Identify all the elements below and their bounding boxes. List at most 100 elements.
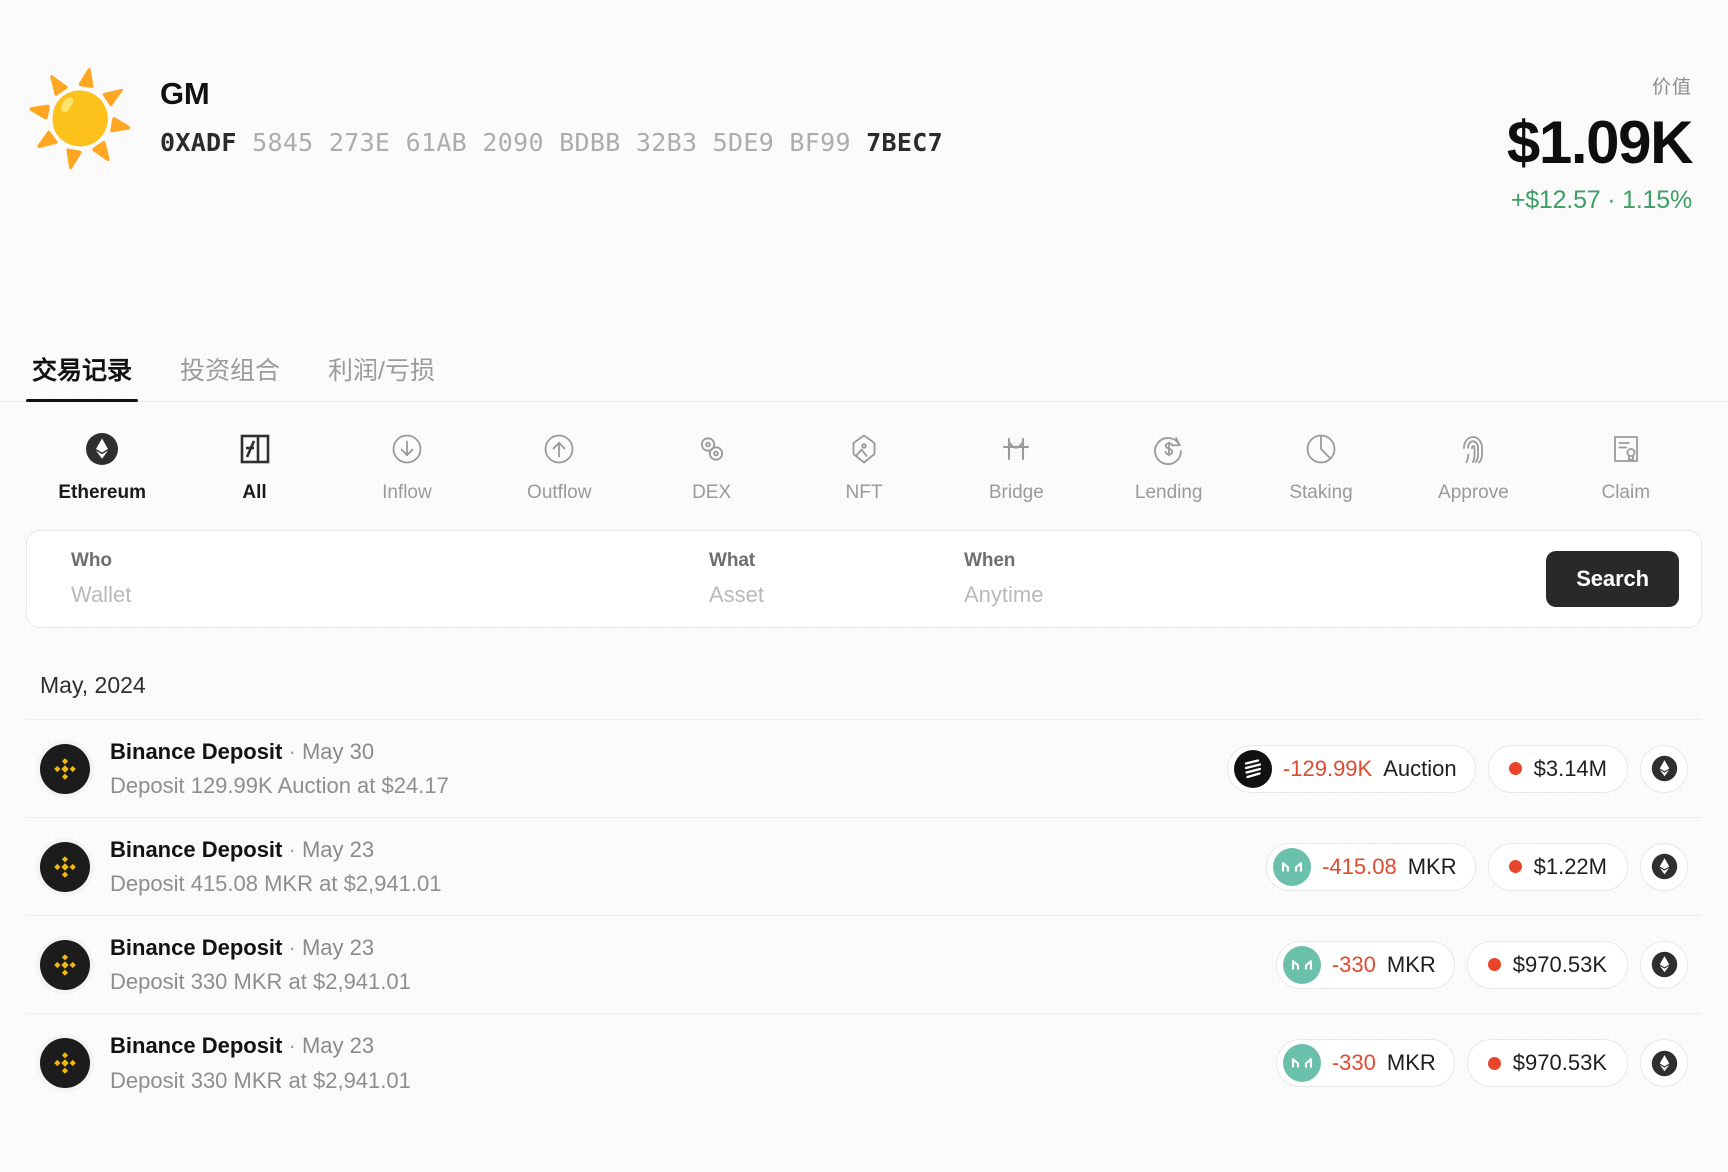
staking-pie-icon (1302, 430, 1340, 468)
arrow-down-circle-icon (388, 430, 426, 468)
tab-profit-loss[interactable]: 利润/亏损 (322, 351, 441, 401)
transaction-details: Binance Deposit · May 23 Deposit 330 MKR … (110, 1032, 1256, 1094)
transaction-subtitle: Deposit 330 MKR at $2,941.01 (110, 1067, 411, 1093)
status-dot-icon (1508, 860, 1522, 873)
fingerprint-icon (1454, 430, 1492, 468)
binance-icon (40, 939, 90, 990)
filter-label: Approve (1438, 482, 1509, 503)
filter-label: Bridge (988, 482, 1044, 503)
binance-icon (40, 1038, 90, 1088)
transaction-title: Binance Deposit · May 30 (110, 738, 375, 764)
filter-dex[interactable]: DEX (635, 430, 787, 504)
wallet-input-placeholder: Wallet (71, 582, 132, 607)
filter-label: Staking (1289, 482, 1353, 503)
usd-value: $1.22M (1533, 853, 1607, 879)
maker-token-icon (1282, 1044, 1321, 1082)
token-amount-badge[interactable]: -415.08 MKR (1266, 842, 1476, 891)
usd-value-badge[interactable]: $3.14M (1487, 744, 1628, 793)
search-button[interactable]: Search (1546, 551, 1679, 607)
transaction-details: Binance Deposit · May 30 Deposit 129.99K … (110, 738, 1207, 800)
what-label: What (709, 550, 756, 571)
auction-token-icon (1233, 749, 1272, 788)
transaction-date: May 23 (301, 836, 375, 862)
ethereum-icon[interactable] (1640, 940, 1688, 989)
transactions-section: May, 2024 Binance Deposit · May 30 Deposi… (0, 672, 1728, 1112)
tab-portfolio[interactable]: 投资组合 (174, 351, 286, 401)
profile-identity: ☀️ GM 0XADF 5845 273E 61AB 2090 BDBB 32B… (23, 60, 943, 174)
when-label: When (964, 550, 1016, 571)
all-icon (236, 430, 274, 468)
main-tabs: 交易记录 投资组合 利润/亏损 (0, 340, 1728, 402)
filter-outflow[interactable]: Outflow (483, 430, 635, 504)
value-label: 价值 (1651, 77, 1692, 98)
transaction-list: Binance Deposit · May 30 Deposit 129.99K … (26, 719, 1702, 1112)
transaction-date: May 23 (301, 1033, 375, 1058)
ethereum-icon[interactable] (1640, 1039, 1688, 1087)
ethereum-icon[interactable] (1640, 842, 1688, 891)
filter-bridge[interactable]: Bridge (940, 430, 1092, 504)
filter-ethereum[interactable]: Ethereum (26, 430, 178, 504)
binance-icon (40, 743, 90, 794)
address-prefix: 0XADF (160, 127, 237, 157)
usd-value-badge[interactable]: $970.53K (1466, 1039, 1628, 1087)
page-title: GM (160, 76, 210, 111)
usd-value-badge[interactable]: $970.53K (1466, 940, 1628, 989)
usd-value-badge[interactable]: $1.22M (1487, 842, 1628, 891)
bridge-icon (997, 430, 1035, 468)
usd-value: $970.53K (1512, 951, 1607, 977)
status-dot-icon (1508, 762, 1522, 775)
filter-label: Outflow (527, 482, 592, 503)
maker-token-icon (1273, 847, 1312, 886)
transaction-subtitle: Deposit 415.08 MKR at $2,941.01 (110, 871, 442, 896)
arrow-up-circle-icon (540, 430, 578, 468)
transaction-badges: -415.08 MKR $1.22M (1266, 842, 1688, 891)
status-dot-icon (1487, 1056, 1501, 1070)
transaction-details: Binance Deposit · May 23 Deposit 330 MKR … (110, 934, 1256, 996)
date-input-placeholder: Anytime (964, 582, 1044, 607)
filter-label: All (242, 482, 267, 503)
transaction-badges: -330 MKR $970.53K (1275, 1039, 1688, 1087)
token-amount-badge[interactable]: -129.99K Auction (1226, 744, 1476, 793)
token-amount-badge[interactable]: -330 MKR (1275, 940, 1455, 989)
table-row[interactable]: Binance Deposit · May 30 Deposit 129.99K … (26, 720, 1702, 818)
token-amount: -330 (1331, 951, 1376, 977)
filter-label: Claim (1601, 482, 1651, 503)
certificate-icon (1607, 430, 1645, 468)
filter-label: Ethereum (58, 482, 146, 503)
wallet-address[interactable]: 0XADF 5845 273E 61AB 2090 BDBB 32B3 5DE9… (160, 128, 943, 157)
filter-lending[interactable]: Lending (1093, 430, 1245, 504)
token-symbol: MKR (1386, 1050, 1436, 1075)
filter-label: Lending (1134, 482, 1203, 503)
binance-icon (40, 841, 90, 892)
filter-claim[interactable]: Claim (1550, 430, 1702, 504)
transaction-details: Binance Deposit · May 23 Deposit 415.08 M… (110, 836, 1246, 898)
filter-nft[interactable]: NFT (788, 430, 940, 504)
value-amount: $1.09K (1506, 109, 1693, 176)
table-row[interactable]: Binance Deposit · May 23 Deposit 415.08 M… (26, 818, 1702, 916)
sun-emoji-avatar-icon: ☀️ (23, 70, 137, 170)
tab-transactions[interactable]: 交易记录 (26, 351, 139, 402)
ethereum-icon[interactable] (1640, 744, 1688, 793)
search-when-field[interactable]: When Anytime (964, 550, 1264, 608)
filter-inflow[interactable]: Inflow (331, 430, 483, 504)
filter-approve[interactable]: Approve (1397, 430, 1549, 504)
table-row[interactable]: Binance Deposit · May 23 Deposit 330 MKR … (26, 916, 1702, 1014)
lending-dollar-icon (1150, 430, 1188, 468)
search-what-field[interactable]: What Asset (709, 550, 964, 608)
table-row[interactable]: Binance Deposit · May 23 Deposit 330 MKR … (26, 1014, 1702, 1112)
nft-image-icon (845, 430, 883, 468)
transaction-title: Binance Deposit · May 23 (110, 934, 375, 960)
token-amount-badge[interactable]: -330 MKR (1275, 1039, 1455, 1087)
transaction-date: May 23 (301, 934, 375, 960)
filter-staking[interactable]: Staking (1245, 430, 1397, 504)
filter-label: Inflow (382, 482, 432, 503)
token-symbol: Auction (1383, 755, 1457, 781)
profile-header: ☀️ GM 0XADF 5845 273E 61AB 2090 BDBB 32B… (0, 0, 1728, 340)
filter-label: DEX (692, 482, 732, 503)
usd-value: $3.14M (1533, 755, 1607, 781)
search-panel: Who Wallet What Asset When Anytime Searc… (26, 530, 1702, 628)
filter-all[interactable]: All (178, 430, 330, 504)
search-who-field[interactable]: Who Wallet (49, 550, 709, 608)
token-symbol: MKR (1386, 951, 1436, 977)
status-dot-icon (1487, 958, 1501, 971)
